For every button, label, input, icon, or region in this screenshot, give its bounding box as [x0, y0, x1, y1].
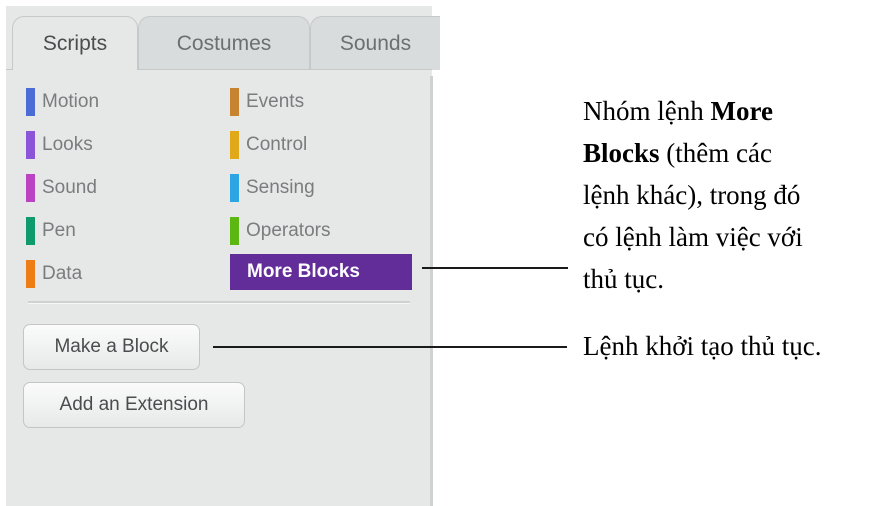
tab-scripts[interactable]: Scripts: [12, 16, 138, 70]
category-sound[interactable]: Sound: [26, 174, 97, 202]
blocks-palette-panel: Scripts Costumes Sounds Motion Looks Sou…: [6, 6, 440, 506]
category-pen[interactable]: Pen: [26, 217, 76, 245]
more-blocks-callout-line: [422, 267, 568, 269]
make-block-annotation: Lệnh khởi tạo thủ tục.: [583, 331, 822, 361]
more-blocks-color-swatch: [230, 254, 239, 290]
annotation-bold-text: More: [710, 96, 773, 126]
category-label: Data: [42, 263, 83, 284]
category-label: Sound: [42, 177, 97, 198]
category-more-blocks[interactable]: More Blocks: [230, 254, 412, 290]
category-label: Pen: [42, 220, 76, 241]
category-label: Events: [246, 91, 305, 112]
category-label: Control: [246, 134, 308, 155]
category-motion[interactable]: Motion: [26, 88, 99, 116]
tab-sounds[interactable]: Sounds: [310, 16, 440, 70]
category-data[interactable]: Data: [26, 260, 82, 288]
annotation-line: có lệnh làm việc với: [583, 222, 803, 252]
annotation-bold-text: Blocks: [583, 138, 660, 168]
category-control[interactable]: Control: [230, 131, 307, 159]
looks-color-swatch: [26, 131, 35, 159]
category-operators[interactable]: Operators: [230, 217, 330, 245]
data-color-swatch: [26, 260, 35, 288]
sound-color-swatch: [26, 174, 35, 202]
annotation-line: Nhóm lệnh More: [583, 90, 883, 132]
make-block-callout-line: [213, 346, 567, 348]
tab-costumes[interactable]: Costumes: [138, 16, 310, 70]
palette-divider: [28, 301, 410, 304]
category-label: Looks: [42, 134, 93, 155]
annotation-line: thủ tục.: [583, 264, 664, 294]
palette-scrollbar[interactable]: [430, 76, 433, 506]
control-color-swatch: [230, 131, 239, 159]
operators-color-swatch: [230, 217, 239, 245]
annotation-text: (thêm các: [659, 138, 772, 168]
category-label: Motion: [42, 91, 100, 112]
category-sensing[interactable]: Sensing: [230, 174, 315, 202]
sensing-color-swatch: [230, 174, 239, 202]
category-label: Operators: [246, 220, 331, 241]
category-events[interactable]: Events: [230, 88, 304, 116]
events-color-swatch: [230, 88, 239, 116]
more-blocks-annotation: Nhóm lệnh More Blocks (thêm các lệnh khá…: [583, 90, 883, 300]
annotation-text: Nhóm lệnh: [583, 96, 711, 126]
pen-color-swatch: [26, 217, 35, 245]
motion-color-swatch: [26, 88, 35, 116]
category-label: More Blocks: [247, 261, 360, 282]
category-label: Sensing: [246, 177, 315, 198]
annotation-line: Blocks (thêm các: [583, 132, 883, 174]
make-a-block-button[interactable]: Make a Block: [23, 324, 200, 370]
category-looks[interactable]: Looks: [26, 131, 93, 159]
annotation-line: lệnh khác), trong đó: [583, 180, 801, 210]
add-an-extension-button[interactable]: Add an Extension: [23, 382, 245, 428]
